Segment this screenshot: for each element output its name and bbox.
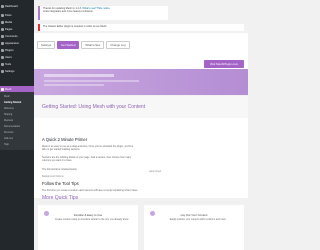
sidebar-item-label: Dashboard xyxy=(5,4,18,8)
sidebar-item-label: Mesh xyxy=(5,87,12,91)
settings-icon xyxy=(1,69,4,73)
admin-sidebar: Dashboard Posts Media Pages Comments Appearan… xyxy=(0,0,34,250)
update-notice: Thanks for updating Mesh to 1.2.3. What'… xyxy=(38,6,168,20)
hero-panel xyxy=(34,69,248,95)
submenu-item[interactable]: Getting Started xyxy=(4,100,34,105)
sidebar-item-label: Media xyxy=(5,20,13,24)
sidebar-item-label: Tools xyxy=(5,62,12,66)
wrench-icon xyxy=(1,62,4,66)
comment-icon xyxy=(1,34,4,38)
sidebar-item-users[interactable]: Users xyxy=(0,54,34,60)
plugin-icon xyxy=(1,48,4,52)
pin-icon xyxy=(1,13,4,17)
follow-tips-title: Follow the Tool Tips xyxy=(42,181,79,186)
sidebar-item-label: Pages xyxy=(5,27,13,31)
submenu-item[interactable]: Reviews xyxy=(4,118,34,123)
hero-text-placeholder xyxy=(44,80,139,82)
tab-get-started[interactable]: Get Started xyxy=(57,41,80,49)
visit-site-button[interactable]: Visit MeshPlugin.com xyxy=(204,60,244,68)
tab-change-log[interactable]: Change Log xyxy=(106,41,130,49)
sidebar-item-media[interactable]: Media xyxy=(0,19,34,25)
sidebar-item-label: Comments xyxy=(5,34,18,38)
primer-text: Sections are the building blocks of your… xyxy=(42,156,132,163)
sidebar-item-label: Settings xyxy=(5,69,15,73)
tab-settings[interactable]: Settings xyxy=(37,41,56,49)
dashboard-icon xyxy=(1,4,4,8)
tip-card: Lay Out Your Content Easily position you… xyxy=(144,205,244,250)
background-options-image: Background Options xyxy=(42,175,64,178)
tip-title: Lay Out Your Content xyxy=(180,213,208,217)
primer-text: The full tutorial is included below. xyxy=(42,168,78,171)
tip-card: Familiar & Easy to Use Create content us… xyxy=(38,205,138,250)
sidebar-item-label: Posts xyxy=(5,13,12,17)
getting-started-header: Getting Started: Using Mesh with your Co… xyxy=(34,96,248,118)
submenu-item[interactable]: Mesh xyxy=(4,94,34,99)
sidebar-item-label: Appearance xyxy=(5,41,19,45)
sidebar-item-posts[interactable]: Posts xyxy=(0,12,34,18)
primer-card: A Quick 2 Minute Primer Mesh is as easy … xyxy=(34,118,248,198)
quick-sheet-image: quick sheet xyxy=(149,170,162,173)
sidebar-item-comments[interactable]: Comments xyxy=(0,33,34,39)
page-icon xyxy=(1,27,4,31)
tip-title: Familiar & Easy to Use xyxy=(73,213,103,217)
submenu-item[interactable]: Sharing xyxy=(4,112,34,117)
submenu-item[interactable]: Premium xyxy=(4,130,34,135)
submenu-item[interactable]: Add-ons xyxy=(4,136,34,141)
submenu-item[interactable]: Welcome xyxy=(4,106,34,111)
sidebar-item-dashboard[interactable]: Dashboard xyxy=(0,3,34,9)
hero-heading-placeholder xyxy=(44,74,114,77)
main-content: Thanks for updating Mesh to 1.2.3. What'… xyxy=(34,0,250,250)
media-icon xyxy=(1,20,4,24)
follow-tips-text: The first time you create a section each… xyxy=(42,189,138,192)
sidebar-item-settings[interactable]: Settings xyxy=(0,68,34,74)
sidebar-item-tools[interactable]: Tools xyxy=(0,61,34,67)
sidebar-item-label: Plugins xyxy=(5,48,14,52)
primer-title: A Quick 2 Minute Primer xyxy=(42,137,88,142)
brush-icon xyxy=(1,41,4,45)
classic-editor-notice: The Classic Editor plugin is required in… xyxy=(38,24,244,31)
hero-text-placeholder xyxy=(44,84,104,86)
submenu-item[interactable]: Help xyxy=(4,142,34,147)
tab-whats-new[interactable]: What's New xyxy=(81,41,105,49)
sidebar-item-label: Users xyxy=(5,55,12,59)
users-icon xyxy=(1,55,4,59)
tab-bar: Settings Get Started What's New Change L… xyxy=(37,41,130,49)
tip-text: Create content using an interface simila… xyxy=(55,218,129,221)
sidebar-item-appearance[interactable]: Appearance xyxy=(0,40,34,46)
sidebar-item-pages[interactable]: Pages xyxy=(0,26,34,32)
update-notice-subtext: Links integration and more feature inclu… xyxy=(43,10,93,14)
submenu-item[interactable]: Documentation xyxy=(4,124,34,129)
getting-started-title: Getting Started: Using Mesh with your Co… xyxy=(42,104,146,110)
sidebar-item-mesh[interactable]: Mesh xyxy=(0,86,34,92)
more-tips-title: More Quick Tips xyxy=(42,195,79,201)
primer-text: Mesh is as easy to use as a drag-and-dro… xyxy=(42,145,134,152)
hide-notice-link[interactable]: Hide notice xyxy=(97,7,110,10)
mesh-icon xyxy=(1,87,4,91)
tip-text: Easily position your content within colu… xyxy=(169,218,227,221)
sidebar-item-plugins[interactable]: Plugins xyxy=(0,47,34,53)
